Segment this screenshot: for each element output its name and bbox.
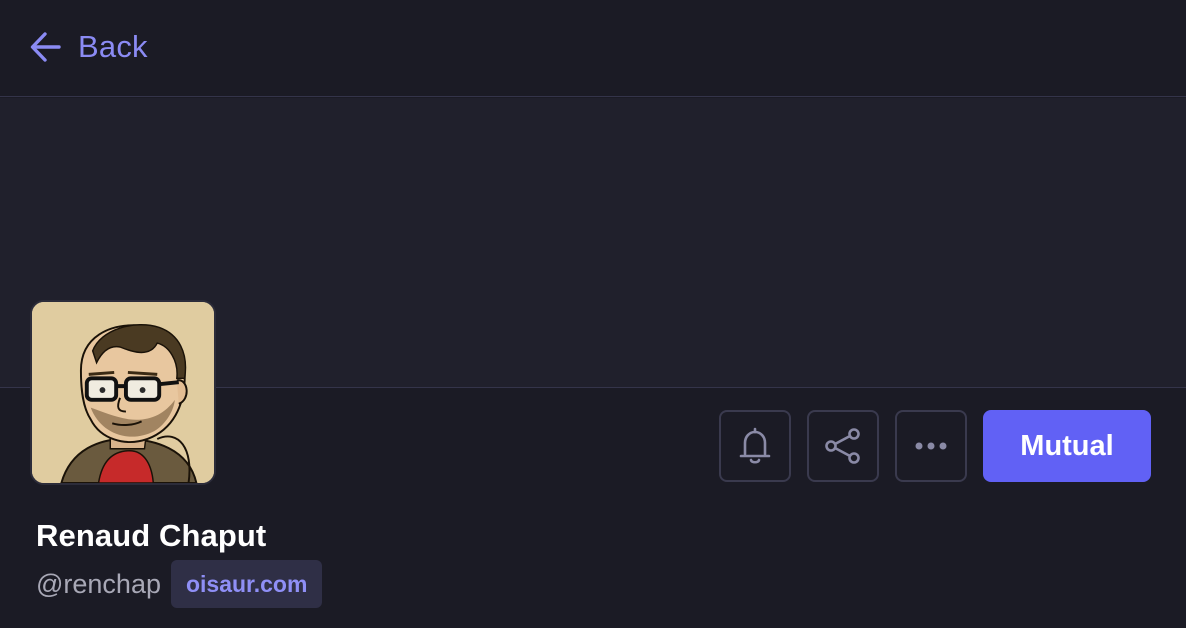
notify-button[interactable]	[719, 410, 791, 482]
arrow-left-icon	[28, 29, 64, 65]
avatar[interactable]	[30, 300, 216, 485]
share-button[interactable]	[807, 410, 879, 482]
mutual-follow-button[interactable]: Mutual	[983, 410, 1151, 482]
account-handle-row: @renchap oisaur.com	[36, 560, 323, 608]
more-horizontal-icon	[913, 441, 949, 451]
bell-icon	[737, 426, 773, 466]
top-bar: Back	[0, 0, 1186, 97]
domain-label: oisaur.com	[185, 570, 308, 597]
display-name: Renaud Chaput	[36, 518, 267, 553]
more-options-button[interactable]	[895, 410, 967, 482]
domain-badge[interactable]: oisaur.com	[170, 560, 323, 608]
profile-page: Back Mutual Renaud Chaput @renchap oisau…	[0, 0, 1186, 628]
back-button[interactable]: Back	[28, 28, 148, 66]
back-label: Back	[78, 29, 148, 64]
username-handle: @renchap	[36, 568, 161, 599]
share-icon	[823, 426, 863, 466]
